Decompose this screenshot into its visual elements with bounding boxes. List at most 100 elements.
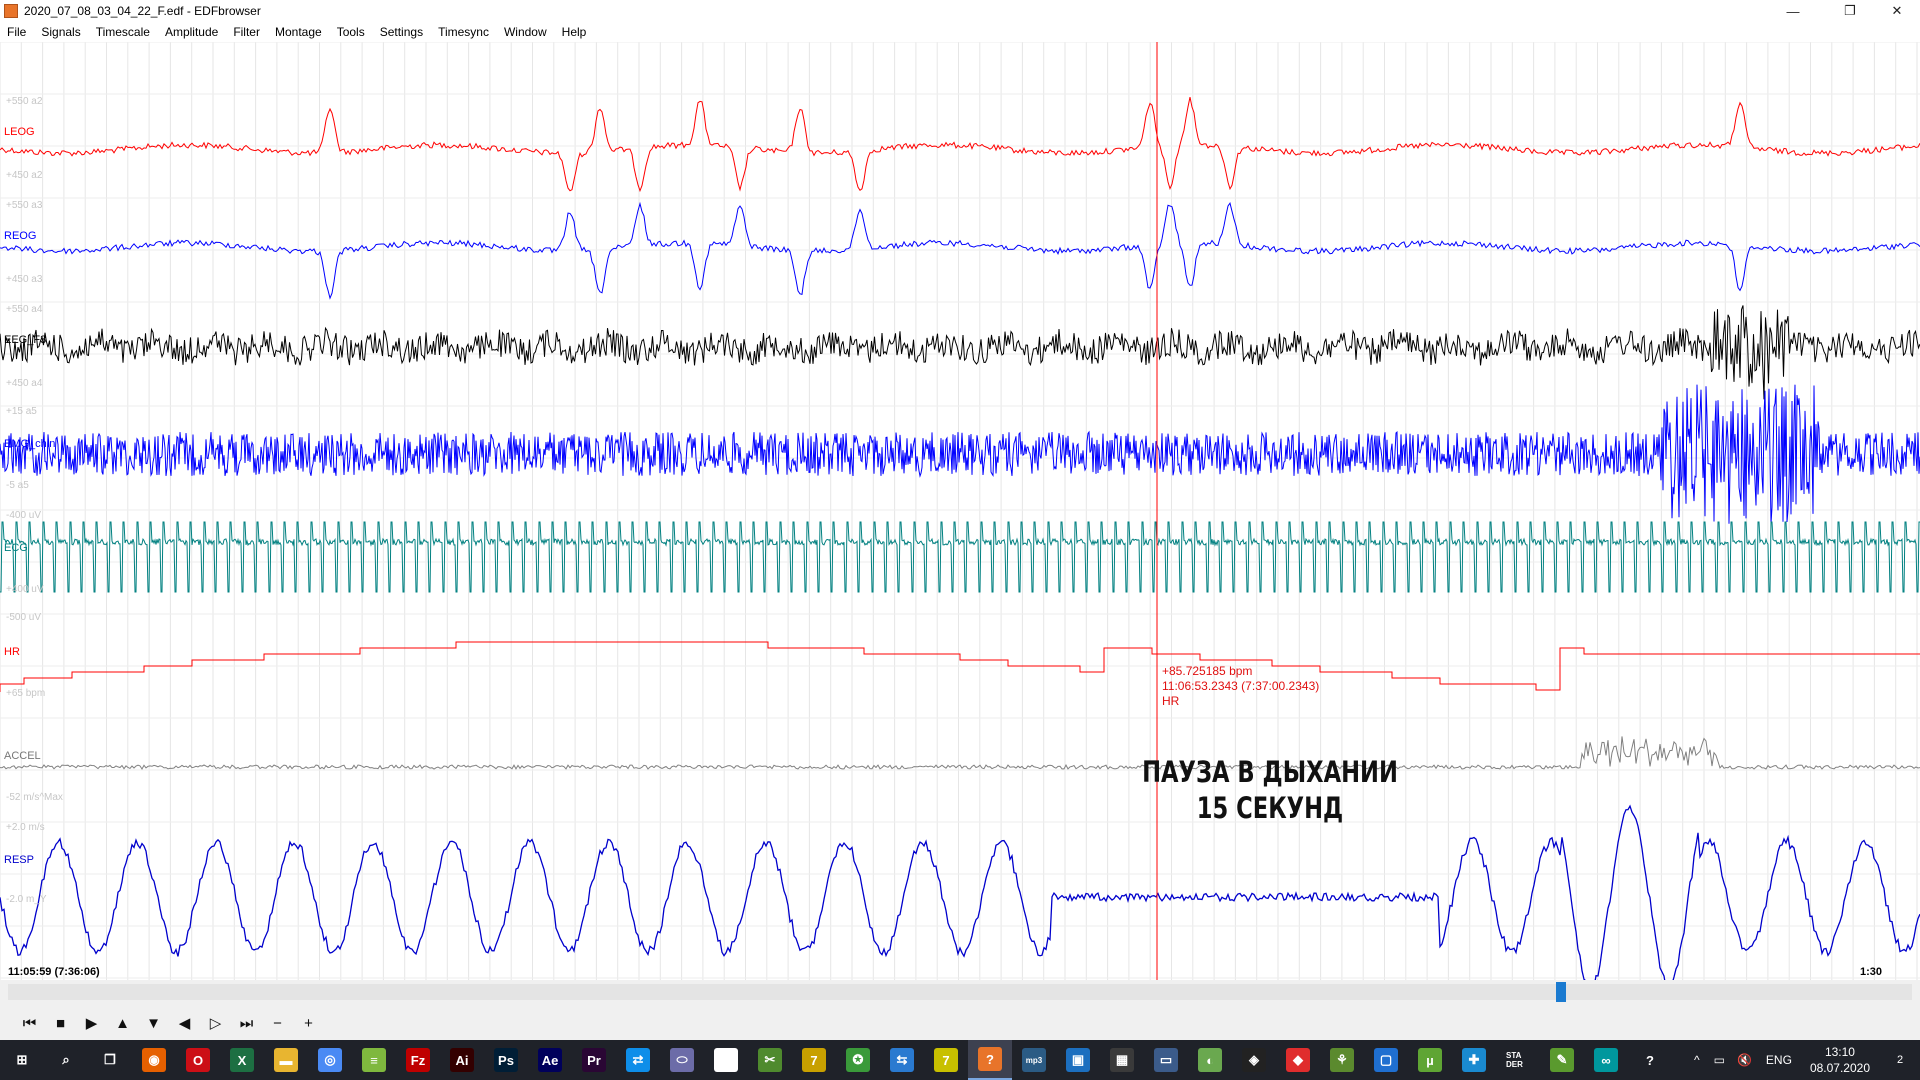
android-icon-glyph: ◐ — [1198, 1048, 1222, 1072]
anydesk-icon[interactable]: ◆ — [1276, 1040, 1320, 1080]
zoom-in-button[interactable]: + — [293, 1010, 324, 1036]
search-icon[interactable]: ⌕ — [44, 1040, 88, 1080]
close-button[interactable]: ✕ — [1874, 0, 1920, 22]
signal-label-eeg-f3[interactable]: EEG_F3 — [4, 334, 46, 346]
chrome-icon[interactable]: ◎ — [308, 1040, 352, 1080]
clock[interactable]: 13:10 08.07.2020 — [1810, 1044, 1870, 1076]
signal-label-leog[interactable]: LEOG — [4, 126, 35, 138]
signal-label-hr[interactable]: HR — [4, 646, 20, 658]
signal-label-emg-chin[interactable]: EMG_chin — [4, 438, 55, 450]
help-icon[interactable]: ? — [1628, 1040, 1672, 1080]
edfbrowser-icon-glyph: ? — [978, 1047, 1002, 1071]
menu-help[interactable]: Help — [555, 25, 595, 39]
scale-label: +550 a4 — [6, 304, 43, 315]
illustrator-icon[interactable]: Ai — [440, 1040, 484, 1080]
edfbrowser-icon[interactable]: ? — [968, 1040, 1012, 1080]
page-forward-button[interactable]: ▷ — [200, 1010, 231, 1036]
menu-tools[interactable]: Tools — [330, 25, 373, 39]
scroll-thumb[interactable] — [1556, 982, 1566, 1002]
teamviewer-icon[interactable]: ⇄ — [616, 1040, 660, 1080]
network-icon[interactable]: ✪ — [836, 1040, 880, 1080]
scale-label: +450 a4 — [6, 378, 43, 389]
photoshop-icon[interactable]: Ps — [484, 1040, 528, 1080]
sevenzip-icon[interactable]: 7 — [792, 1040, 836, 1080]
page-back-button[interactable]: ◀ — [169, 1010, 200, 1036]
network-icon[interactable]: ▭ — [1714, 1053, 1725, 1067]
window-icon[interactable]: ▣ — [1056, 1040, 1100, 1080]
scroll-track[interactable] — [8, 984, 1912, 1000]
android-icon[interactable]: ◐ — [1188, 1040, 1232, 1080]
task-view-icon-glyph: ❐ — [98, 1048, 122, 1072]
unity-icon[interactable]: ◈ — [1232, 1040, 1276, 1080]
firefox-icon-glyph: ◉ — [142, 1048, 166, 1072]
signal-label-ecg[interactable]: ECG — [4, 542, 28, 554]
display-icon[interactable]: ▭ — [1144, 1040, 1188, 1080]
amplitude-up-button[interactable]: ▲ — [107, 1010, 138, 1036]
go-to-start-button[interactable]: ⏮ — [14, 1010, 45, 1036]
volume-icon[interactable]: 🔇 — [1737, 1053, 1752, 1067]
edit-icon[interactable]: ✎ — [1540, 1040, 1584, 1080]
amplitude-down-button[interactable]: ▼ — [138, 1010, 169, 1036]
firefox-icon[interactable]: ◉ — [132, 1040, 176, 1080]
arduino-icon[interactable]: ∞ — [1584, 1040, 1628, 1080]
filezilla-icon[interactable]: Fz — [396, 1040, 440, 1080]
anydesk-icon-glyph: ◆ — [1286, 1048, 1310, 1072]
puzzle-icon-glyph: ✚ — [1462, 1048, 1486, 1072]
signal-canvas[interactable] — [0, 42, 1920, 980]
stop-button[interactable]: ■ — [45, 1010, 76, 1036]
menu-montage[interactable]: Montage — [268, 25, 330, 39]
edfbrowser-app-icon — [4, 4, 18, 18]
screen-icon[interactable]: ▢ — [1364, 1040, 1408, 1080]
scale-label: +15 a5 — [6, 406, 37, 417]
signal-label-resp[interactable]: RESP — [4, 854, 34, 866]
menu-file[interactable]: File — [0, 25, 34, 39]
zoom-out-button[interactable]: − — [262, 1010, 293, 1036]
tray-arrow-icon[interactable]: ^ — [1694, 1053, 1700, 1067]
mp3-icon[interactable]: mp3 — [1012, 1040, 1056, 1080]
calculator-icon[interactable]: ▦ — [1100, 1040, 1144, 1080]
menu-settings[interactable]: Settings — [373, 25, 431, 39]
opera-icon[interactable]: O — [176, 1040, 220, 1080]
notepad-icon[interactable]: ≡ — [352, 1040, 396, 1080]
task-view-icon[interactable]: ❐ — [88, 1040, 132, 1080]
tool-icon[interactable]: ✂ — [748, 1040, 792, 1080]
screen-icon-glyph: ▢ — [1374, 1048, 1398, 1072]
play-button[interactable]: ▶ — [76, 1010, 107, 1036]
utorrent-icon[interactable]: µ — [1408, 1040, 1452, 1080]
menu-amplitude[interactable]: Amplitude — [158, 25, 226, 39]
media-icon[interactable]: ⬭ — [660, 1040, 704, 1080]
language-indicator[interactable]: ENG — [1766, 1053, 1792, 1067]
puzzle-icon[interactable]: ✚ — [1452, 1040, 1496, 1080]
sevenzip2-icon[interactable]: 7 — [924, 1040, 968, 1080]
notifications-icon[interactable]: 2 — [1880, 1040, 1920, 1080]
explorer-icon-glyph: ▬ — [274, 1048, 298, 1072]
minimize-button[interactable]: — — [1770, 0, 1816, 22]
signal-label-accel[interactable]: ACCEL — [4, 750, 41, 762]
excel-icon[interactable]: X — [220, 1040, 264, 1080]
menu-timesync[interactable]: Timesync — [431, 25, 497, 39]
tool-icon-glyph: ✂ — [758, 1048, 782, 1072]
go-to-end-button[interactable]: ⏭ — [231, 1010, 262, 1036]
premiere-icon[interactable]: Pr — [572, 1040, 616, 1080]
restore-button[interactable]: ❐ — [1827, 0, 1873, 22]
menu-window[interactable]: Window — [497, 25, 555, 39]
search-icon-glyph: ⌕ — [54, 1048, 78, 1072]
signal-plot-area[interactable]: +550 a2 +450 a2 +550 a3 +450 a3 +550 a4 … — [0, 42, 1920, 980]
scale-label: +550 a3 — [6, 200, 43, 211]
windows-start-icon[interactable]: ⊞ — [0, 1040, 44, 1080]
lab-icon[interactable]: ⚘ — [1320, 1040, 1364, 1080]
after-effects-icon[interactable]: Ae — [528, 1040, 572, 1080]
ve-icon[interactable]: Ve — [704, 1040, 748, 1080]
menu-filter[interactable]: Filter — [226, 25, 268, 39]
time-scrollbar[interactable] — [0, 980, 1920, 1006]
explorer-icon[interactable]: ▬ — [264, 1040, 308, 1080]
ve-icon-glyph: Ve — [714, 1048, 738, 1072]
menu-signals[interactable]: Signals — [34, 25, 88, 39]
menu-timescale[interactable]: Timescale — [89, 25, 158, 39]
scale-label: +2.0 m/s — [6, 822, 45, 833]
stader-icon[interactable]: STA DER — [1496, 1040, 1540, 1080]
transfer-icon-glyph: ⇆ — [890, 1048, 914, 1072]
transfer-icon[interactable]: ⇆ — [880, 1040, 924, 1080]
signal-label-reog[interactable]: REOG — [4, 230, 36, 242]
page-length: 1:30 — [1860, 966, 1883, 978]
